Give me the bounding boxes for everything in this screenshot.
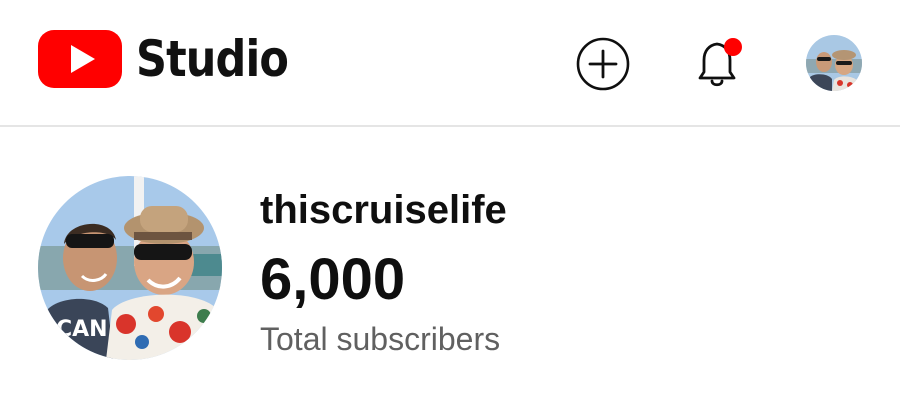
account-avatar-photo (806, 35, 862, 91)
subscriber-label: Total subscribers (260, 321, 501, 357)
logo-text: Studio (136, 30, 289, 88)
subscriber-count: 6,000 (260, 247, 406, 312)
svg-text:CAN: CAN (56, 317, 108, 342)
channel-avatar[interactable]: CAN (38, 176, 222, 360)
channel-avatar-photo: CAN (38, 176, 222, 360)
channel-summary: CAN thiscruiselife 6,000 Total subscribe… (38, 176, 858, 366)
channel-name: thiscruiselife (260, 188, 507, 232)
top-app-bar: Studio (0, 0, 900, 127)
notifications-bell-icon[interactable] (693, 34, 745, 90)
account-avatar[interactable] (806, 35, 862, 91)
studio-app: Studio CAN thiscruiselife 6,000 Total su… (0, 0, 900, 400)
create-plus-circle-icon[interactable] (576, 37, 630, 91)
notification-dot (724, 38, 742, 56)
youtube-studio-logo[interactable]: Studio (38, 28, 313, 90)
youtube-logo-icon (38, 30, 122, 88)
